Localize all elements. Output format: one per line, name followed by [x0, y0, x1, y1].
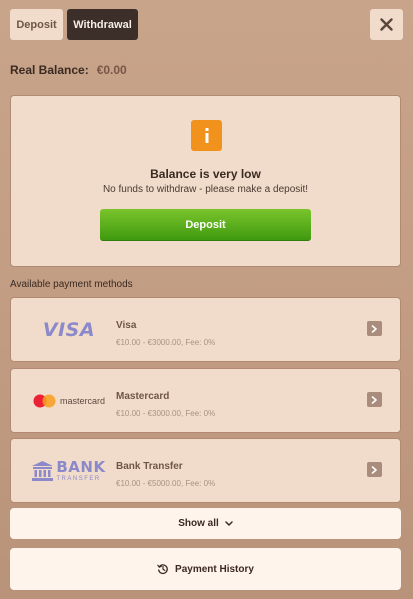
tab-deposit[interactable]: Deposit: [10, 9, 63, 40]
method-details: €10.00 - €3000.00, Fee: 0%: [116, 409, 216, 418]
close-icon: [380, 18, 393, 31]
visa-logo-text: VISA: [42, 318, 96, 341]
payment-methods-label: Available payment methods: [10, 279, 133, 290]
low-balance-notice: Balance is very low No funds to withdraw…: [10, 95, 401, 267]
payment-method-visa[interactable]: VISA Visa €10.00 - €3000.00, Fee: 0%: [10, 297, 401, 362]
bank-building-icon: [32, 460, 54, 481]
bank-transfer-logo: BANK TRANSFER: [23, 439, 115, 502]
deposit-button[interactable]: Deposit: [100, 209, 311, 241]
chevron-right-icon[interactable]: [367, 392, 382, 407]
notice-message: No funds to withdraw - please make a dep…: [102, 184, 309, 195]
balance-amount: €0.00: [96, 63, 127, 77]
method-details: €10.00 - €5000.00, Fee: 0%: [116, 479, 216, 488]
chevron-right-icon[interactable]: [367, 321, 382, 336]
history-icon: [157, 564, 168, 575]
payment-method-mastercard[interactable]: mastercard Mastercard €10.00 - €3000.00,…: [10, 368, 401, 433]
bank-logo-text: BANK: [56, 457, 106, 476]
notice-title: Balance is very low: [150, 167, 261, 181]
method-name: Mastercard: [116, 391, 170, 402]
balance-row: Real Balance: €0.00: [10, 63, 127, 77]
show-all-button[interactable]: Show all: [10, 508, 401, 539]
payment-method-bank-transfer[interactable]: BANK TRANSFER Bank Transfer €10.00 - €50…: [10, 438, 401, 503]
top-bar: Deposit Withdrawal: [10, 9, 403, 40]
balance-label: Real Balance:: [10, 63, 89, 77]
mastercard-logo: mastercard: [23, 369, 115, 432]
mastercard-circles-icon: [33, 394, 56, 407]
method-name: Visa: [116, 320, 137, 331]
mastercard-logo-text: mastercard: [59, 395, 105, 406]
show-all-label: Show all: [178, 518, 219, 529]
payment-history-button[interactable]: Payment History: [10, 548, 401, 590]
visa-logo: VISA: [23, 298, 115, 361]
bank-logo-subtext: TRANSFER: [56, 475, 101, 482]
method-details: €10.00 - €3000.00, Fee: 0%: [116, 338, 216, 347]
payment-history-label: Payment History: [175, 563, 254, 575]
method-name: Bank Transfer: [116, 461, 183, 472]
info-icon: [191, 120, 222, 151]
close-button[interactable]: [370, 9, 403, 40]
chevron-right-icon[interactable]: [367, 462, 382, 477]
tab-withdrawal[interactable]: Withdrawal: [67, 9, 138, 40]
chevron-down-icon: [225, 521, 233, 526]
